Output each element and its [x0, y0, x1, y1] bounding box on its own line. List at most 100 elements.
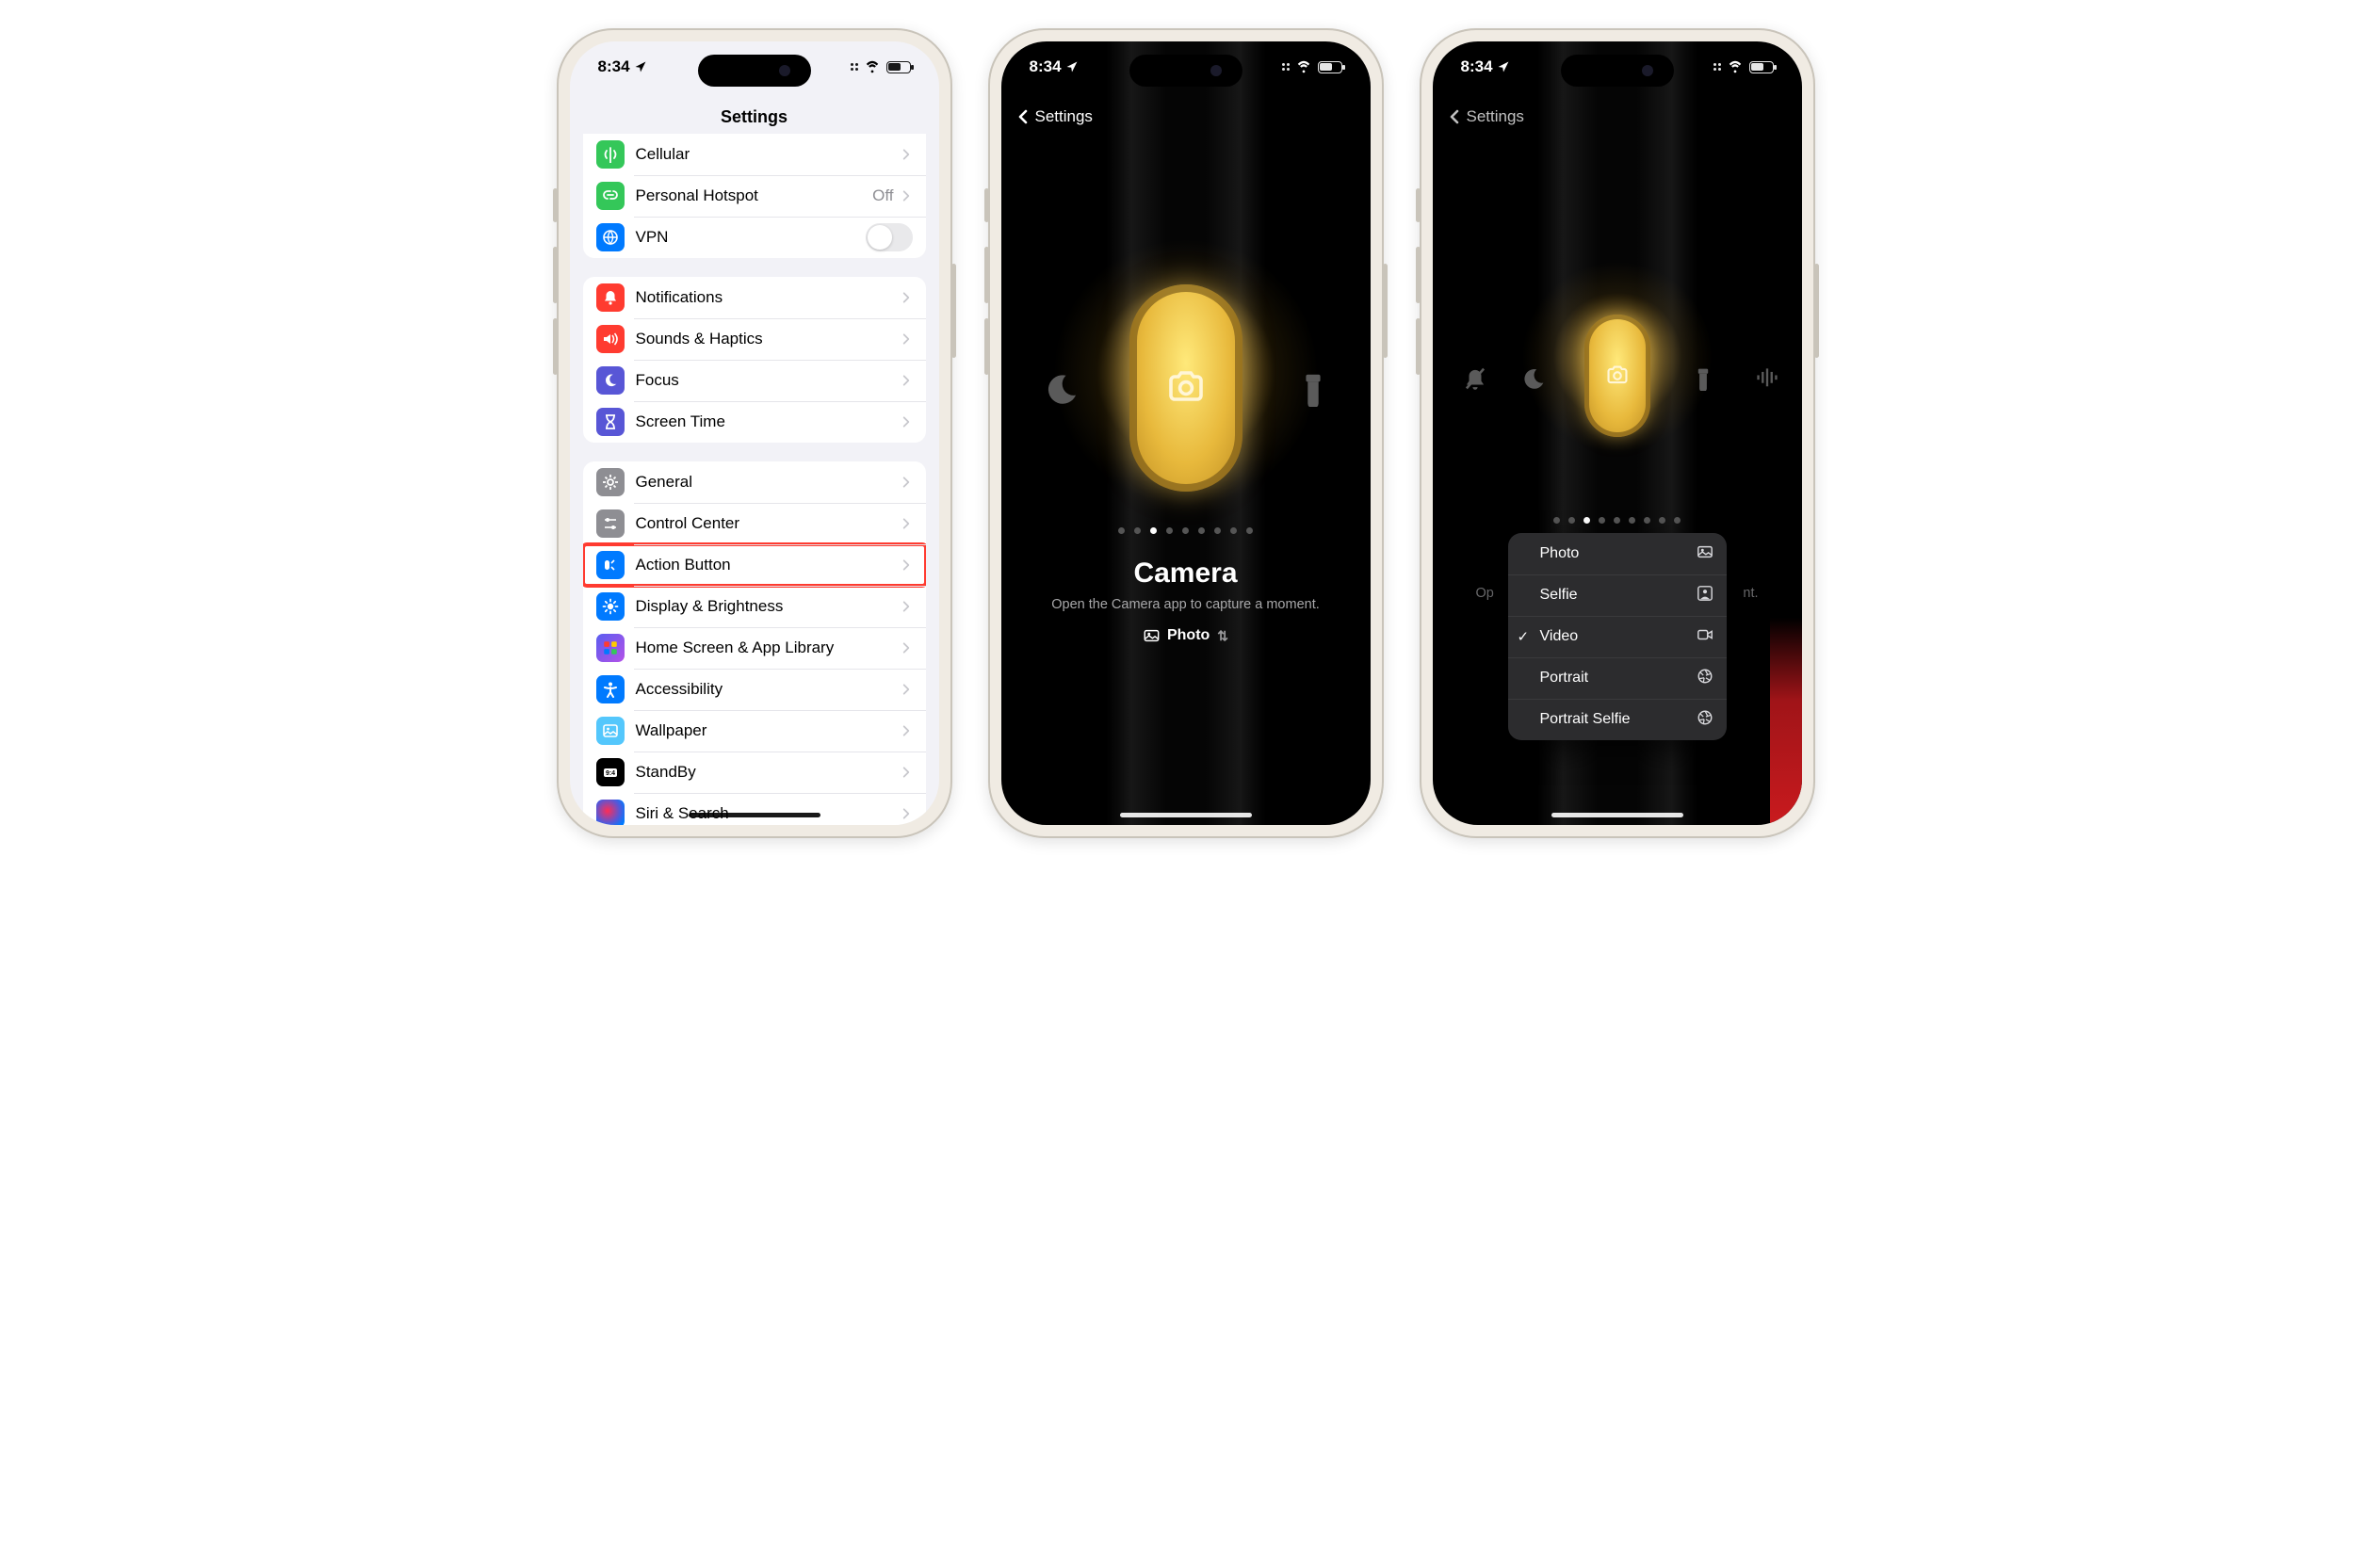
row-label: Action Button: [636, 556, 900, 574]
sun-icon: [596, 592, 625, 621]
battery-icon: [886, 61, 911, 73]
screen-action-button-menu: 8:34 Settings Op nt. Photo: [1433, 41, 1802, 825]
option-focus-icon[interactable]: [1519, 366, 1544, 396]
dynamic-island: [698, 55, 811, 87]
phone-2: 8:34 Settings Camera Open the Camera app…: [988, 28, 1384, 838]
option-flashlight-icon[interactable]: [1691, 366, 1715, 396]
menu-label: Portrait Selfie: [1540, 711, 1697, 728]
row-personal-hotspot[interactable]: Personal Hotspot Off: [583, 175, 926, 217]
menu-label: Portrait: [1540, 670, 1697, 687]
row-wallpaper[interactable]: Wallpaper: [583, 710, 926, 752]
settings-group-network: Cellular Personal Hotspot Off VPN: [583, 134, 926, 258]
row-label: Focus: [636, 371, 900, 390]
home-indicator[interactable]: [1120, 813, 1252, 817]
row-home-screen[interactable]: Home Screen & App Library: [583, 627, 926, 669]
row-label: Cellular: [636, 145, 900, 164]
accessibility-icon: [596, 675, 625, 703]
row-label: Notifications: [636, 288, 900, 307]
option-voice-memo-icon[interactable]: [1755, 366, 1779, 396]
row-sounds-haptics[interactable]: Sounds & Haptics: [583, 318, 926, 360]
dual-sim-icon: [851, 63, 858, 71]
menu-item-portrait-selfie[interactable]: Portrait Selfie: [1508, 699, 1727, 740]
menu-item-portrait[interactable]: Portrait: [1508, 657, 1727, 699]
row-label: Control Center: [636, 514, 900, 533]
chevron-right-icon: [900, 766, 913, 779]
menu-label: Photo: [1540, 545, 1697, 562]
action-button-preview: [1129, 284, 1242, 492]
camera-mode-menu: Photo Selfie ✓ Video Portrait Portrait S…: [1508, 533, 1727, 740]
row-display-brightness[interactable]: Display & Brightness: [583, 586, 926, 627]
photo-icon: [1143, 627, 1160, 644]
chevron-right-icon: [900, 807, 913, 820]
dual-sim-icon: [1282, 63, 1290, 71]
row-vpn[interactable]: VPN: [583, 217, 926, 258]
row-label: General: [636, 473, 900, 492]
settings-list[interactable]: Cellular Personal Hotspot Off VPN: [570, 134, 939, 825]
video-icon: [1697, 626, 1713, 648]
moon-icon: [596, 366, 625, 395]
wallpaper-icon: [596, 717, 625, 745]
phone-3: 8:34 Settings Op nt. Photo: [1420, 28, 1815, 838]
status-time: 8:34: [598, 57, 630, 76]
chevron-right-icon: [900, 517, 913, 530]
back-button[interactable]: Settings: [1446, 107, 1524, 126]
option-focus-icon[interactable]: [1041, 371, 1077, 412]
siri-icon: [596, 800, 625, 825]
chevron-right-icon: [900, 291, 913, 304]
row-cellular[interactable]: Cellular: [583, 134, 926, 175]
dynamic-island: [1561, 55, 1674, 87]
back-label: Settings: [1467, 107, 1524, 126]
dual-sim-icon: [1713, 63, 1721, 71]
settings-group-general: General Control Center Action Button Dis…: [583, 461, 926, 825]
screen-action-button: 8:34 Settings Camera Open the Camera app…: [1001, 41, 1371, 825]
row-control-center[interactable]: Control Center: [583, 503, 926, 544]
home-indicator[interactable]: [689, 813, 820, 817]
chevron-right-icon: [900, 415, 913, 428]
home-indicator[interactable]: [1551, 813, 1683, 817]
page-dots[interactable]: [1433, 517, 1802, 524]
chevron-up-down-icon: ⇅: [1217, 628, 1228, 644]
row-siri-search[interactable]: Siri & Search: [583, 793, 926, 825]
option-silent-icon[interactable]: [1463, 366, 1487, 396]
camera-icon: [1165, 367, 1207, 409]
chevron-right-icon: [900, 476, 913, 489]
globe-icon: [596, 223, 625, 251]
row-accessibility[interactable]: Accessibility: [583, 669, 926, 710]
row-label: Wallpaper: [636, 721, 900, 740]
gear-icon: [596, 468, 625, 496]
aperture-icon: [1697, 668, 1713, 689]
chevron-right-icon: [900, 374, 913, 387]
row-label: Home Screen & App Library: [636, 639, 900, 657]
screen-settings: 8:34 Settings Cellular Personal Hot: [570, 41, 939, 825]
page-dots[interactable]: [1001, 527, 1371, 534]
row-focus[interactable]: Focus: [583, 360, 926, 401]
location-icon: [634, 60, 647, 73]
dynamic-island: [1129, 55, 1242, 87]
row-action-button[interactable]: Action Button: [583, 544, 926, 586]
chevron-right-icon: [900, 641, 913, 655]
row-screen-time[interactable]: Screen Time: [583, 401, 926, 443]
row-label: Personal Hotspot: [636, 186, 873, 205]
menu-item-photo[interactable]: Photo: [1508, 533, 1727, 574]
person-square-icon: [1697, 585, 1713, 606]
settings-group-alerts: Notifications Sounds & Haptics Focus Scr…: [583, 277, 926, 443]
option-flashlight-icon[interactable]: [1295, 371, 1331, 412]
row-label: VPN: [636, 228, 866, 247]
chevron-left-icon: [1015, 108, 1031, 125]
link-icon: [596, 182, 625, 210]
vpn-toggle[interactable]: [866, 223, 913, 251]
row-general[interactable]: General: [583, 461, 926, 503]
menu-item-video[interactable]: ✓ Video: [1508, 616, 1727, 657]
chevron-right-icon: [900, 683, 913, 696]
standby-icon: [596, 758, 625, 786]
row-standby[interactable]: StandBy: [583, 752, 926, 793]
mode-selector[interactable]: Photo ⇅: [1143, 627, 1228, 644]
bell-icon: [596, 283, 625, 312]
location-icon: [1497, 60, 1510, 73]
row-label: Display & Brightness: [636, 597, 900, 616]
row-notifications[interactable]: Notifications: [583, 277, 926, 318]
back-label: Settings: [1035, 107, 1093, 126]
chevron-right-icon: [900, 332, 913, 346]
back-button[interactable]: Settings: [1015, 107, 1093, 126]
menu-item-selfie[interactable]: Selfie: [1508, 574, 1727, 616]
